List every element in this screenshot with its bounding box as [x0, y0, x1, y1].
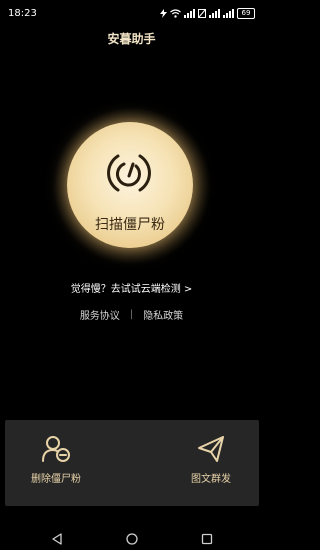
policy-links: 服务协议 | 隐私政策 [0, 307, 263, 322]
signal-icon [209, 8, 220, 18]
signal-icon [184, 8, 195, 18]
mass-send-button[interactable]: 图文群发 [166, 434, 256, 494]
recent-apps-icon[interactable] [200, 532, 214, 546]
wifi-icon [170, 8, 181, 18]
policy-separator: | [129, 309, 134, 320]
signal-icon [223, 8, 234, 18]
status-bar: 18:23 69 [0, 0, 263, 26]
scan-button-label: 扫描僵尸粉 [95, 217, 165, 233]
system-nav-bar [0, 527, 263, 550]
scan-radar-icon [107, 154, 151, 192]
privacy-policy-link[interactable]: 隐私政策 [143, 307, 183, 322]
send-icon [198, 436, 224, 462]
back-icon[interactable] [50, 532, 64, 546]
remove-user-icon [42, 436, 70, 462]
battery-icon: 69 [237, 7, 255, 19]
status-icons: 69 [160, 7, 255, 19]
page-title: 安暮助手 [107, 32, 156, 46]
delete-zombie-fans-button[interactable]: 删除僵尸粉 [11, 434, 101, 494]
mass-send-label: 图文群发 [191, 474, 231, 485]
delete-zombie-fans-label: 删除僵尸粉 [31, 474, 81, 485]
scan-zombie-fans-button[interactable]: 扫描僵尸粉 [67, 122, 193, 248]
home-icon[interactable] [125, 532, 139, 546]
status-time: 18:23 [8, 7, 37, 19]
flash-icon [160, 8, 167, 18]
no-sim-icon [198, 8, 206, 18]
service-agreement-link[interactable]: 服务协议 [80, 307, 120, 322]
cloud-detect-link[interactable]: 觉得慢？去试试云端检测 > [0, 280, 263, 295]
bottom-action-panel: 删除僵尸粉 图文群发 [5, 420, 259, 506]
